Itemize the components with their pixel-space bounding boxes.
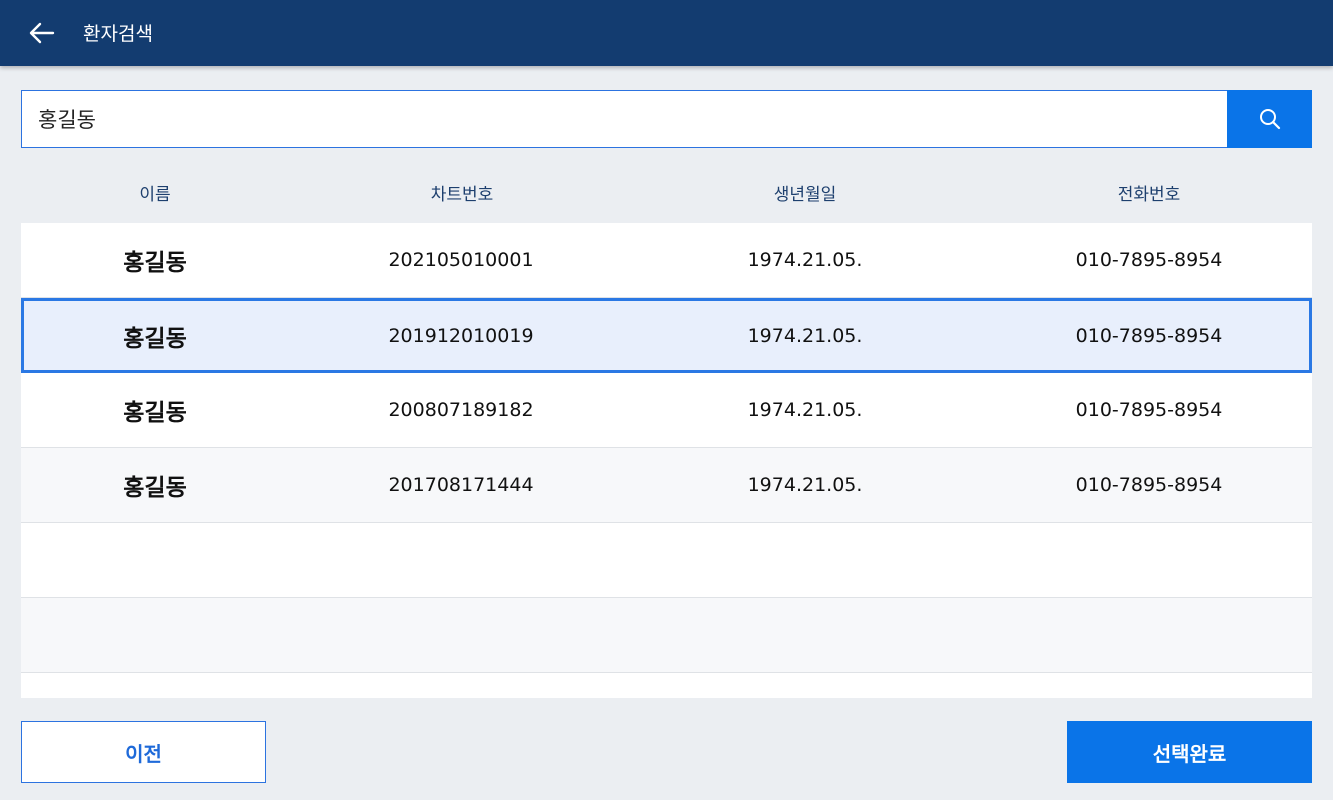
cell-phone: 010-7895-8954 [1075, 324, 1223, 347]
column-header-birth-date: 생년월일 [773, 185, 837, 205]
previous-button[interactable]: 이전 [21, 721, 266, 783]
table-row[interactable]: 홍길동 201708171444 1974.21.05. 010-7895-89… [21, 448, 1312, 523]
search-field-container[interactable] [21, 90, 1228, 148]
patient-table: 홍길동 202105010001 1974.21.05. 010-7895-89… [21, 223, 1312, 698]
cell-phone: 010-7895-8954 [1075, 474, 1223, 496]
table-row[interactable]: 홍길동 200807189182 1974.21.05. 010-7895-89… [21, 373, 1312, 448]
cell-chart-number: 202105010001 [388, 249, 534, 271]
back-button[interactable] [22, 15, 62, 51]
cell-name: 홍길동 [123, 400, 187, 426]
table-row[interactable]: 홍길동 202105010001 1974.21.05. 010-7895-89… [21, 223, 1312, 298]
cell-chart-number: 201708171444 [388, 474, 534, 496]
cell-name: 홍길동 [123, 250, 187, 276]
table-header: 이름 차트번호 생년월일 전화번호 [21, 180, 1312, 214]
cell-birth-date: 1974.21.05. [747, 474, 863, 496]
empty-row [21, 598, 1312, 673]
empty-row [21, 523, 1312, 598]
complete-selection-button[interactable]: 선택완료 [1067, 721, 1312, 783]
cell-name: 홍길동 [123, 475, 187, 501]
page-title: 환자검색 [83, 23, 153, 45]
arrow-left-icon [29, 22, 55, 44]
cell-chart-number: 200807189182 [388, 399, 534, 421]
search-icon [1259, 109, 1280, 130]
cell-phone: 010-7895-8954 [1075, 249, 1223, 271]
search-input[interactable] [38, 91, 1211, 147]
cell-chart-number: 201912010019 [388, 324, 534, 347]
table-row-selected[interactable]: 홍길동 201912010019 1974.21.05. 010-7895-89… [21, 298, 1312, 373]
column-header-name: 이름 [139, 185, 171, 205]
cell-birth-date: 1974.21.05. [747, 249, 863, 271]
cell-phone: 010-7895-8954 [1075, 399, 1223, 421]
cell-name: 홍길동 [123, 325, 187, 352]
app-bar: 환자검색 [0, 0, 1333, 66]
cell-birth-date: 1974.21.05. [747, 324, 863, 347]
cell-birth-date: 1974.21.05. [747, 399, 863, 421]
column-header-phone: 전화번호 [1117, 185, 1181, 205]
search-button[interactable] [1227, 90, 1312, 148]
column-header-chart-number: 차트번호 [430, 185, 494, 205]
empty-row [21, 673, 1312, 698]
